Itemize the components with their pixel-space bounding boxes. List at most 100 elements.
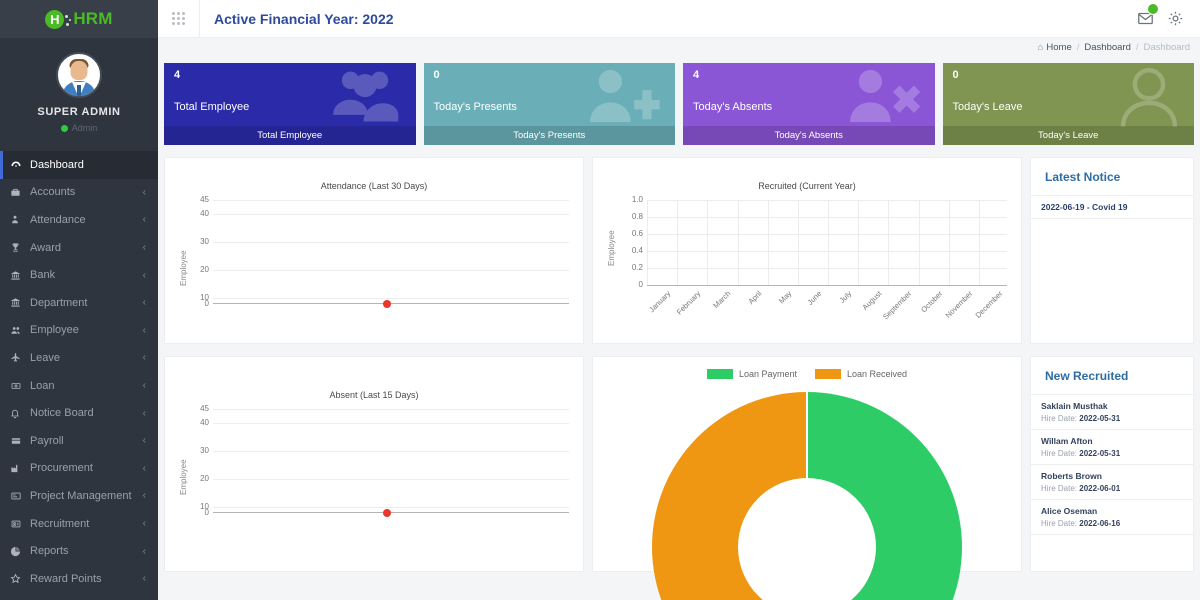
sidebar-item-accounts[interactable]: Accounts‹ bbox=[0, 179, 158, 207]
stat-title: Today's Presents bbox=[434, 101, 517, 113]
sidebar-item-department[interactable]: Department‹ bbox=[0, 289, 158, 317]
sidebar-item-reward-points[interactable]: Reward Points‹ bbox=[0, 565, 158, 593]
chevron-left-icon: ‹ bbox=[143, 242, 146, 253]
breadcrumb-home[interactable]: Home bbox=[1046, 42, 1071, 53]
recruited-chart[interactable]: Recruited (Current Year) Employee 1.0 0.… bbox=[593, 158, 1021, 343]
stat-card-today-s-leave[interactable]: 0Today's LeaveToday's Leave bbox=[943, 63, 1195, 145]
stat-card-today-s-presents[interactable]: 0Today's PresentsToday's Presents bbox=[424, 63, 676, 145]
stat-card-total-employee[interactable]: 4Total EmployeeTotal Employee bbox=[164, 63, 416, 145]
recruit-item[interactable]: Saklain MusthakHire Date: 2022-05-31 bbox=[1031, 395, 1193, 430]
sidebar-item-procurement[interactable]: Procurement‹ bbox=[0, 455, 158, 483]
person-add-icon bbox=[583, 67, 661, 130]
stat-value: 4 bbox=[174, 69, 180, 81]
legend-swatch bbox=[815, 369, 841, 379]
absent-chart[interactable]: Absent (Last 15 Days) Employee 45 40 30 … bbox=[165, 357, 583, 571]
profile-block: SUPER ADMIN Admin bbox=[0, 38, 158, 145]
x-axis-line bbox=[213, 303, 569, 304]
recruit-item[interactable]: Alice OsemanHire Date: 2022-06-16 bbox=[1031, 500, 1193, 535]
chevron-left-icon: ‹ bbox=[143, 408, 146, 419]
gridline bbox=[213, 423, 569, 424]
y-tick: 45 bbox=[185, 404, 209, 413]
sidebar-item-label: Bank bbox=[30, 269, 143, 281]
gear-icon bbox=[1167, 10, 1184, 27]
vertical-gridline bbox=[858, 200, 859, 285]
gridline bbox=[647, 200, 1007, 201]
legend-item[interactable]: Loan Payment bbox=[707, 369, 797, 379]
loan-donut-panel: Loan Payment Loan Received bbox=[592, 356, 1022, 572]
sidebar-item-loan[interactable]: Loan‹ bbox=[0, 372, 158, 400]
panel-row-1: Attendance (Last 30 Days) Employee 45 40… bbox=[164, 145, 1194, 344]
logo-text: HRM bbox=[73, 9, 112, 29]
y-tick: 20 bbox=[185, 265, 209, 274]
y-tick: 30 bbox=[185, 237, 209, 246]
recruit-item[interactable]: Willam AftonHire Date: 2022-05-31 bbox=[1031, 430, 1193, 465]
stat-value: 0 bbox=[953, 69, 959, 81]
gridline bbox=[647, 251, 1007, 252]
breadcrumb-dashboard[interactable]: Dashboard bbox=[1084, 42, 1130, 53]
sidebar-item-notice-board[interactable]: Notice Board‹ bbox=[0, 399, 158, 427]
profile-name: SUPER ADMIN bbox=[0, 106, 158, 118]
hire-date-label: Hire Date: bbox=[1041, 519, 1077, 528]
attendance-chart[interactable]: Attendance (Last 30 Days) Employee 45 40… bbox=[165, 158, 583, 343]
sidebar-item-setup-rules[interactable]: Setup Rules‹ bbox=[0, 593, 158, 600]
sidebar-item-reports[interactable]: Reports‹ bbox=[0, 537, 158, 565]
latest-notice-list: 2022-06-19 - Covid 19 bbox=[1031, 196, 1193, 219]
messages-badge bbox=[1147, 3, 1159, 15]
recruit-name: Alice Oseman bbox=[1041, 506, 1183, 516]
group-people-icon bbox=[328, 67, 402, 130]
loan-donut-chart[interactable]: Loan Payment Loan Received bbox=[593, 357, 1021, 571]
stat-card-today-s-absents[interactable]: 4Today's AbsentsToday's Absents bbox=[683, 63, 935, 145]
chevron-left-icon: ‹ bbox=[143, 297, 146, 308]
panel-row-2: Absent (Last 15 Days) Employee 45 40 30 … bbox=[164, 344, 1194, 572]
settings-button[interactable] bbox=[1162, 6, 1188, 32]
sidebar-item-bank[interactable]: Bank‹ bbox=[0, 261, 158, 289]
bank-icon bbox=[10, 270, 30, 281]
sidebar-item-project-management[interactable]: Project Management‹ bbox=[0, 482, 158, 510]
sidebar-item-label: Recruitment bbox=[30, 518, 143, 530]
y-tick: 40 bbox=[185, 418, 209, 427]
recruit-hire-date: Hire Date: 2022-06-01 bbox=[1041, 484, 1183, 493]
y-tick: 0.2 bbox=[615, 263, 643, 272]
notice-item[interactable]: 2022-06-19 - Covid 19 bbox=[1031, 196, 1193, 219]
avatar[interactable] bbox=[56, 52, 102, 98]
absent-data-point[interactable] bbox=[383, 509, 391, 517]
y-tick: 0.4 bbox=[615, 246, 643, 255]
y-tick: 0.8 bbox=[615, 212, 643, 221]
chevron-left-icon: ‹ bbox=[143, 325, 146, 336]
attendance-data-point[interactable] bbox=[383, 300, 391, 308]
sidebar-item-label: Employee bbox=[30, 324, 143, 336]
legend-item[interactable]: Loan Received bbox=[815, 369, 907, 379]
sidebar-item-label: Reward Points bbox=[30, 573, 143, 585]
sidebar-item-leave[interactable]: Leave‹ bbox=[0, 344, 158, 372]
sidebar-item-label: Reports bbox=[30, 545, 143, 557]
vertical-gridline bbox=[949, 200, 950, 285]
messages-button[interactable] bbox=[1132, 6, 1158, 32]
gridline bbox=[213, 451, 569, 452]
breadcrumb-separator: / bbox=[1077, 42, 1080, 53]
vertical-gridline bbox=[768, 200, 769, 285]
sidebar-item-award[interactable]: Award‹ bbox=[0, 234, 158, 262]
sidebar-item-attendance[interactable]: Attendance‹ bbox=[0, 206, 158, 234]
chevron-left-icon: ‹ bbox=[143, 546, 146, 557]
sidebar-item-employee[interactable]: Employee‹ bbox=[0, 317, 158, 345]
latest-notice-title: Latest Notice bbox=[1031, 158, 1193, 196]
sidebar-item-payroll[interactable]: Payroll‹ bbox=[0, 427, 158, 455]
sidebar-item-recruitment[interactable]: Recruitment‹ bbox=[0, 510, 158, 538]
legend-label: Loan Payment bbox=[739, 369, 797, 379]
gridline bbox=[213, 479, 569, 480]
gridline bbox=[213, 270, 569, 271]
sidebar-item-label: Loan bbox=[30, 380, 143, 392]
recruit-item[interactable]: Roberts BrownHire Date: 2022-06-01 bbox=[1031, 465, 1193, 500]
gridline bbox=[213, 409, 569, 410]
bank-icon bbox=[10, 297, 30, 308]
stat-cards: 4Total EmployeeTotal Employee0Today's Pr… bbox=[164, 57, 1194, 145]
attendance-chart-panel: Attendance (Last 30 Days) Employee 45 40… bbox=[164, 157, 584, 344]
vertical-gridline bbox=[798, 200, 799, 285]
donut[interactable] bbox=[652, 392, 962, 600]
sidebar-item-dashboard[interactable]: Dashboard bbox=[0, 151, 158, 179]
hire-date-label: Hire Date: bbox=[1041, 484, 1077, 493]
sidebar-logo[interactable]: H HRM bbox=[0, 0, 158, 38]
stat-footer: Today's Absents bbox=[683, 126, 935, 145]
person-outline-icon bbox=[1118, 67, 1180, 132]
app-grid-button[interactable] bbox=[158, 0, 200, 38]
